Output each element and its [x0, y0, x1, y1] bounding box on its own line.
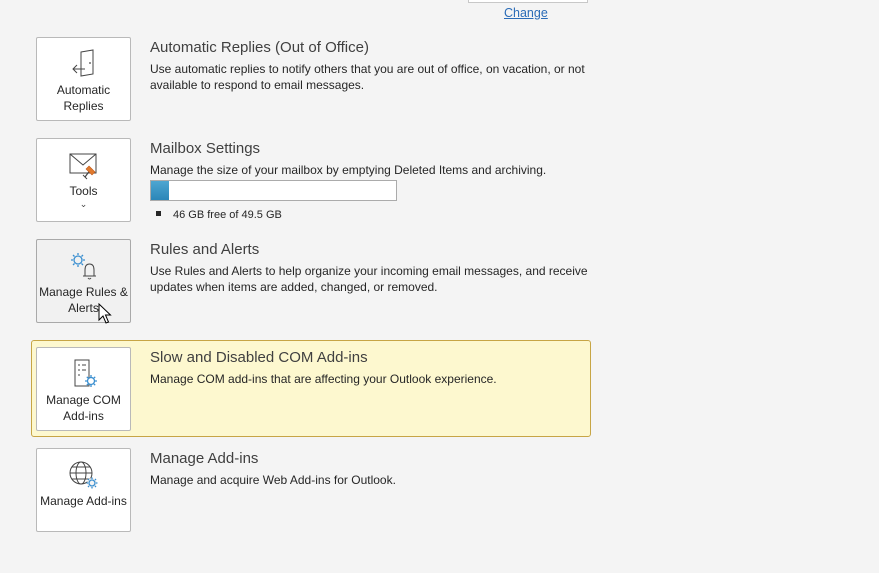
section-title-manage-addins: Manage Add-ins [150, 450, 259, 467]
section-desc-com-addins: Manage COM add-ins that are affecting yo… [150, 372, 497, 386]
manage-addins-button[interactable]: Manage Add-ins [36, 448, 131, 532]
automatic-replies-button[interactable]: Automatic Replies [36, 37, 131, 121]
storage-label: 46 GB free of 49.5 GB [173, 209, 282, 221]
mail-broom-icon [67, 149, 101, 181]
tile-label: Automatic Replies [56, 83, 111, 113]
account-field-edge [468, 0, 588, 3]
door-arrow-icon [67, 48, 101, 80]
document-gear-icon [67, 358, 101, 390]
mailbox-storage-text: 46 GB free of 49.5 GB [156, 209, 282, 221]
gear-bell-icon [67, 250, 101, 282]
section-desc-automatic-replies: Use automatic replies to notify others t… [150, 62, 585, 92]
tile-label: Tools [69, 184, 98, 198]
change-link[interactable]: Change [504, 6, 548, 20]
tile-label: Manage COM Add-ins [46, 393, 121, 423]
manage-rules-alerts-button[interactable]: Manage Rules & Alerts [36, 239, 131, 323]
globe-gear-icon [67, 459, 101, 491]
mailbox-storage-bar [150, 180, 397, 201]
section-title-com-addins: Slow and Disabled COM Add-ins [150, 349, 368, 366]
section-title-rules-alerts: Rules and Alerts [150, 241, 260, 258]
mailbox-storage-fill [151, 181, 169, 200]
tile-label: Manage Rules & Alerts [39, 285, 128, 315]
mouse-cursor-icon [98, 303, 112, 324]
section-desc-rules-alerts: Use Rules and Alerts to help organize yo… [150, 264, 588, 294]
tools-button[interactable]: Tools ⌄ [36, 138, 131, 222]
section-title-mailbox-settings: Mailbox Settings [150, 140, 261, 157]
bullet-icon [156, 210, 161, 216]
chevron-down-icon: ⌄ [79, 199, 88, 209]
manage-com-addins-button[interactable]: Manage COM Add-ins [36, 347, 131, 431]
section-title-automatic-replies: Automatic Replies (Out of Office) [150, 39, 369, 56]
tile-label: Manage Add-ins [40, 494, 127, 508]
section-desc-manage-addins: Manage and acquire Web Add-ins for Outlo… [150, 473, 396, 487]
section-desc-mailbox-settings: Manage the size of your mailbox by empty… [150, 163, 547, 177]
